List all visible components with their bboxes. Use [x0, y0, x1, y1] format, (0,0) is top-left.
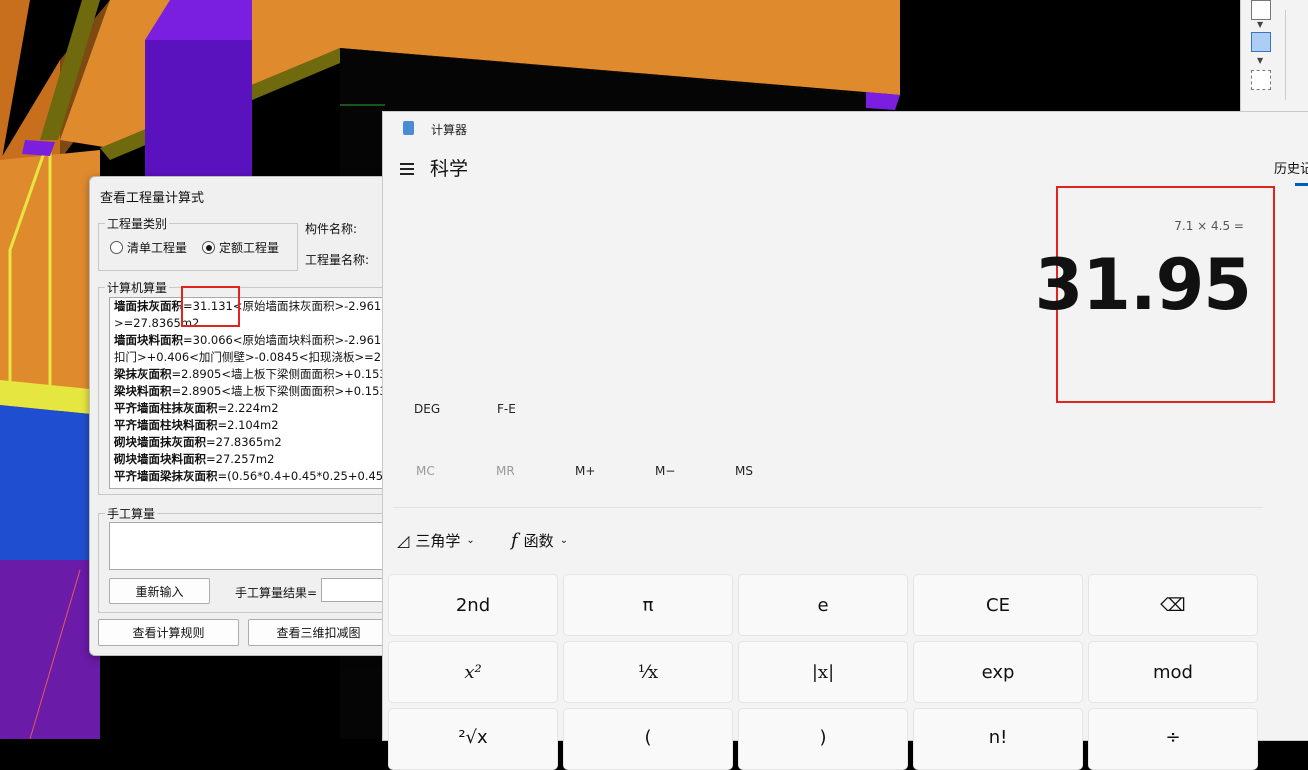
- manual-result-label: 手工算量结果=: [235, 586, 318, 600]
- chevron-down-icon[interactable]: ▼: [1257, 56, 1263, 65]
- manual-formula-input[interactable]: [109, 522, 386, 570]
- second-function-key[interactable]: 2nd: [388, 574, 558, 636]
- calc-line: 平齐墙面柱块料面积=2.104m2: [114, 418, 279, 432]
- memory-recall-button[interactable]: MR: [496, 464, 515, 478]
- chevron-down-icon: ⌄: [559, 535, 569, 546]
- component-name-label: 构件名称:: [305, 222, 358, 236]
- memory-add-button[interactable]: M+: [575, 464, 595, 478]
- fe-button[interactable]: F-E: [497, 402, 516, 416]
- trigonometry-dropdown[interactable]: ◿ 三角学 ⌄: [397, 530, 475, 551]
- computer-calc-legend: 计算机算量: [107, 281, 168, 295]
- right-toolbar: ▼ ▼: [1240, 0, 1308, 112]
- function-label: 函数: [523, 532, 554, 550]
- function-icon: f: [511, 530, 518, 551]
- radio-icon[interactable]: [110, 241, 123, 254]
- quantity-name-label: 工程量名称:: [305, 253, 370, 267]
- chevron-down-icon[interactable]: ▼: [1257, 20, 1263, 29]
- toolbar-divider: [1285, 10, 1306, 100]
- mod-key[interactable]: mod: [1088, 641, 1258, 703]
- memory-clear-button[interactable]: MC: [416, 464, 435, 478]
- calculator-app-icon: [403, 121, 414, 135]
- radio-quota-quantity-label: 定额工程量: [219, 241, 280, 255]
- calc-line: 墙面块料面积=30.066<原始墙面块料面积>-2.961: [114, 333, 382, 347]
- euler-key[interactable]: e: [738, 574, 908, 636]
- pi-key[interactable]: π: [563, 574, 733, 636]
- memory-store-button[interactable]: MS: [735, 464, 753, 478]
- calc-line: 梁抹灰面积=2.8905<墙上板下梁侧面面积>+0.153: [114, 367, 386, 381]
- close-paren-key[interactable]: ): [738, 708, 908, 770]
- quantity-formula-dialog: 查看工程量计算式 工程量类别 清单工程量 定额工程量 构件名称: 工程量名称: …: [89, 176, 391, 656]
- radio-selected-icon[interactable]: [202, 241, 215, 254]
- triangle-ruler-icon: ◿: [397, 531, 410, 550]
- reciprocal-key[interactable]: ¹⁄x: [563, 641, 733, 703]
- square-key[interactable]: x²: [388, 641, 558, 703]
- calc-line: 平齐墙面柱抹灰面积=2.224m2: [114, 401, 279, 415]
- history-tab-indicator: [1295, 183, 1308, 186]
- chevron-down-icon: ⌄: [466, 535, 475, 546]
- reenter-button[interactable]: 重新输入: [109, 578, 210, 604]
- cube-view-icon[interactable]: [1251, 0, 1271, 20]
- manual-calc-legend: 手工算量: [107, 507, 156, 521]
- calc-line: 墙面抹灰面积=31.131<原始墙面抹灰面积>-2.961: [114, 299, 382, 313]
- clear-entry-key[interactable]: CE: [913, 574, 1083, 636]
- 3d-box-icon[interactable]: [1251, 32, 1271, 52]
- divider: [393, 507, 1263, 508]
- calc-line: 砌块墙面块料面积=27.257m2: [114, 452, 275, 466]
- exp-key[interactable]: exp: [913, 641, 1083, 703]
- absolute-value-key[interactable]: |x|: [738, 641, 908, 703]
- calculator-window: 计算器 科学 历史记 7.1 × 4.5 = 31.95 DEG F-E MC …: [382, 111, 1308, 770]
- dialog-title: 查看工程量计算式: [100, 191, 205, 206]
- calc-line: >=27.8365m2: [114, 316, 200, 330]
- hamburger-menu-icon[interactable]: [400, 163, 414, 175]
- calc-formula-textbox[interactable]: 墙面抹灰面积=31.131<原始墙面抹灰面积>-2.961 >=27.8365m…: [109, 297, 386, 489]
- highlight-box: [181, 286, 240, 327]
- function-dropdown[interactable]: f 函数 ⌄: [511, 530, 568, 551]
- quantity-category-legend: 工程量类别: [107, 217, 168, 231]
- calc-line: 平齐墙面梁抹灰面积=(0.56*0.4+0.45*0.25+0.45*0: [114, 469, 386, 483]
- backspace-key[interactable]: ⌫: [1088, 574, 1258, 636]
- calc-line: 扣门>+0.406<加门侧壁>-0.0845<扣现浇板>=27: [114, 350, 386, 364]
- trigonometry-label: 三角学: [415, 532, 461, 550]
- divide-key[interactable]: ÷: [1088, 708, 1258, 770]
- radio-quota-quantity[interactable]: 定额工程量: [202, 239, 279, 256]
- factorial-key[interactable]: n!: [913, 708, 1083, 770]
- result-display: 31.95: [1034, 244, 1252, 326]
- calculator-window-title: 计算器: [431, 123, 468, 137]
- angle-unit-button[interactable]: DEG: [414, 402, 440, 416]
- calculator-mode-title: 科学: [430, 158, 469, 180]
- view-rules-button[interactable]: 查看计算规则: [98, 619, 239, 646]
- view-3d-deduction-button[interactable]: 查看三维扣减图: [248, 619, 389, 646]
- manual-result-input[interactable]: [321, 578, 386, 602]
- square-root-key[interactable]: ²√x: [388, 708, 558, 770]
- expression-display: 7.1 × 4.5 =: [1174, 219, 1244, 233]
- calc-line: 砌块墙面抹灰面积=27.8365m2: [114, 435, 282, 449]
- radio-list-quantity-label: 清单工程量: [127, 241, 188, 255]
- tab-history[interactable]: 历史记: [1274, 158, 1308, 177]
- calc-line: 梁块料面积=2.8905<墙上板下梁侧面面积>+0.153: [114, 384, 386, 398]
- memory-subtract-button[interactable]: M−: [655, 464, 675, 478]
- radio-list-quantity[interactable]: 清单工程量: [110, 239, 187, 256]
- fit-view-icon[interactable]: [1251, 70, 1271, 90]
- open-paren-key[interactable]: (: [563, 708, 733, 770]
